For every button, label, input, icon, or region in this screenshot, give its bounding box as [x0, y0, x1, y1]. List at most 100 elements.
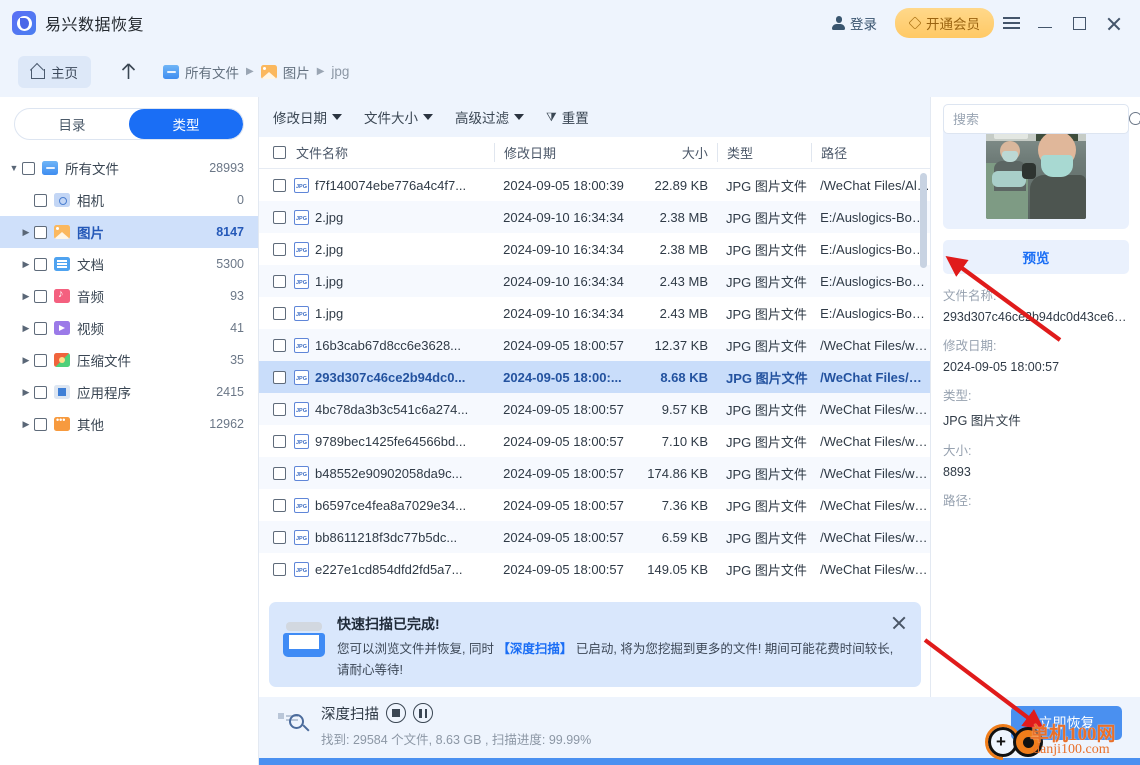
chevron-down-icon: [423, 114, 433, 120]
row-checkbox[interactable]: [34, 321, 47, 335]
close-button[interactable]: [1096, 6, 1130, 40]
column-header-name[interactable]: 文件名称: [296, 143, 494, 162]
row-checkbox[interactable]: [273, 210, 286, 224]
expand-caret-icon[interactable]: ▶: [18, 291, 34, 302]
column-header-path[interactable]: 路径: [811, 143, 930, 162]
table-row[interactable]: JPG e227e1cd854dfd2fd5a7... 2024-09-05 18:…: [259, 553, 930, 585]
detail-value-3: 8893: [943, 465, 971, 479]
minimize-button[interactable]: [1028, 6, 1062, 40]
sidebar-item-0[interactable]: ▼ 所有文件 28993: [0, 152, 258, 184]
vip-button[interactable]: 开通会员: [895, 8, 994, 38]
row-checkbox[interactable]: [34, 289, 47, 303]
sidebar-item-1[interactable]: 相机 0: [0, 184, 258, 216]
sidebar-item-8[interactable]: ▶ 其他 12962: [0, 408, 258, 440]
table-row[interactable]: JPG 16b3cab67d8cc6e3628... 2024-09-05 18:0…: [259, 329, 930, 361]
pause-scan-button[interactable]: [413, 703, 433, 723]
sidebar-item-6[interactable]: ▶ 压缩文件 35: [0, 344, 258, 376]
expand-caret-icon[interactable]: ▶: [18, 419, 34, 430]
expand-caret-icon[interactable]: ▶: [18, 259, 34, 270]
maximize-button[interactable]: [1062, 6, 1096, 40]
row-checkbox[interactable]: [273, 530, 286, 544]
table-row[interactable]: JPG bb8611218f3dc77b5dc... 2024-09-05 18:0…: [259, 521, 930, 553]
application-window: 易兴数据恢复 登录 开通会员 主页 所有文件 ▶ 图片 ▶ jpg 目录 类型 …: [0, 0, 1140, 765]
cell-type: JPG 图片文件: [726, 306, 807, 322]
search-input[interactable]: [953, 111, 1129, 127]
expand-caret-icon[interactable]: ▶: [18, 387, 34, 398]
row-checkbox[interactable]: [273, 562, 286, 576]
row-checkbox[interactable]: [34, 385, 47, 399]
table-row[interactable]: JPG 1.jpg 2024-09-10 16:34:34 2.43 MB JPG 图片…: [259, 297, 930, 329]
row-checkbox[interactable]: [34, 225, 47, 239]
filter-modified-date[interactable]: 修改日期: [273, 107, 342, 127]
cell-type: JPG 图片文件: [726, 370, 808, 386]
expand-caret-icon[interactable]: ▶: [18, 355, 34, 366]
preview-button[interactable]: 预览: [943, 240, 1129, 274]
expand-caret-icon[interactable]: ▼: [6, 163, 22, 173]
table-row[interactable]: JPG 1.jpg 2024-09-10 16:34:34 2.43 MB JPG 图片…: [259, 265, 930, 297]
table-row[interactable]: JPG 2.jpg 2024-09-10 16:34:34 2.38 MB JPG 图片…: [259, 233, 930, 265]
jpg-file-icon: JPG: [294, 529, 309, 545]
go-up-button[interactable]: [115, 59, 141, 85]
sidebar-item-5[interactable]: ▶ 视频 41: [0, 312, 258, 344]
table-row[interactable]: JPG 2.jpg 2024-09-10 16:34:34 2.38 MB JPG 图片…: [259, 201, 930, 233]
sidebar-item-2[interactable]: ▶ 图片 8147: [0, 216, 258, 248]
row-checkbox[interactable]: [34, 193, 47, 207]
row-checkbox[interactable]: [273, 466, 286, 480]
scan-complete-notice: 快速扫描已完成! 您可以浏览文件并恢复, 同时 【深度扫描】 已启动, 将为您挖…: [269, 602, 921, 687]
column-header-type[interactable]: 类型: [716, 143, 811, 162]
row-checkbox[interactable]: [273, 338, 286, 352]
filter-reset-icon: ⧩: [546, 109, 557, 124]
table-row[interactable]: JPG 9789bec1425fe64566bd... 2024-09-05 18:…: [259, 425, 930, 457]
breadcrumb: 所有文件 ▶ 图片 ▶ jpg: [163, 62, 349, 82]
notice-close-button[interactable]: [891, 615, 907, 631]
table-row[interactable]: JPG 293d307c46ce2b94dc0... 2024-09-05 18:0…: [259, 361, 930, 393]
home-button[interactable]: 主页: [18, 55, 91, 88]
table-row[interactable]: JPG 4bc78da3b3c541c6a274... 2024-09-05 18:…: [259, 393, 930, 425]
table-row[interactable]: JPG b48552e90902058da9c... 2024-09-05 18:0…: [259, 457, 930, 489]
file-type-tree: ▼ 所有文件 28993 相机 0 ▶ 图片 8147 ▶ 文档 5300 ▶ 音频 93 ▶ 视频 41 ▶ 压缩…: [0, 152, 258, 440]
sidebar-item-4[interactable]: ▶ 音频 93: [0, 280, 258, 312]
row-checkbox[interactable]: [273, 498, 286, 512]
table-row[interactable]: JPG b6597ce4fea8a7029e34... 2024-09-05 18:…: [259, 489, 930, 521]
cell-path: E:/Auslogics-Boos...: [820, 305, 930, 321]
table-row[interactable]: JPG f7f140074ebe776a4c4f7... 2024-09-05 18…: [259, 169, 930, 201]
row-checkbox[interactable]: [34, 257, 47, 271]
row-checkbox[interactable]: [22, 161, 35, 175]
cell-file-name: 2.jpg: [315, 241, 344, 257]
title-bar: 易兴数据恢复 登录 开通会员: [0, 0, 1140, 46]
sidebar-item-3[interactable]: ▶ 文档 5300: [0, 248, 258, 280]
row-checkbox[interactable]: [273, 242, 286, 256]
breadcrumb-item-1[interactable]: 图片: [260, 62, 310, 82]
row-checkbox[interactable]: [273, 178, 286, 192]
stop-scan-button[interactable]: [386, 703, 406, 723]
breadcrumb-item-0[interactable]: 所有文件: [163, 62, 239, 82]
sidebar-item-7[interactable]: ▶ 应用程序 2415: [0, 376, 258, 408]
row-checkbox[interactable]: [273, 402, 286, 416]
search-box[interactable]: [943, 104, 1140, 134]
cell-modified-date: 2024-09-05 18:00:...: [503, 369, 622, 385]
deep-scan-link[interactable]: 【深度扫描】: [497, 642, 572, 656]
column-header-date[interactable]: 修改日期: [494, 143, 628, 162]
row-checkbox[interactable]: [273, 370, 286, 384]
filter-file-size[interactable]: 文件大小: [364, 107, 433, 127]
column-header-size[interactable]: 大小: [628, 143, 717, 162]
row-checkbox[interactable]: [273, 306, 286, 320]
breadcrumb-item-2[interactable]: jpg: [331, 64, 349, 79]
row-checkbox[interactable]: [34, 417, 47, 431]
select-all-checkbox[interactable]: [273, 146, 286, 159]
filter-reset-button[interactable]: ⧩ 重置: [546, 107, 589, 127]
tab-directory[interactable]: 目录: [15, 109, 129, 139]
menu-button[interactable]: [994, 6, 1028, 40]
expand-caret-icon[interactable]: ▶: [18, 227, 34, 238]
expand-caret-icon[interactable]: ▶: [18, 323, 34, 334]
recover-now-button[interactable]: 立即恢复: [1011, 706, 1122, 740]
tab-type[interactable]: 类型: [129, 109, 243, 139]
login-button[interactable]: 登录: [824, 9, 885, 37]
row-checkbox[interactable]: [273, 274, 286, 288]
row-checkbox[interactable]: [34, 353, 47, 367]
search-icon[interactable]: [1129, 111, 1140, 127]
app-title: 易兴数据恢复: [45, 17, 145, 34]
row-checkbox[interactable]: [273, 434, 286, 448]
vertical-scrollbar[interactable]: [920, 173, 927, 268]
filter-advanced[interactable]: 高级过滤: [455, 107, 524, 127]
